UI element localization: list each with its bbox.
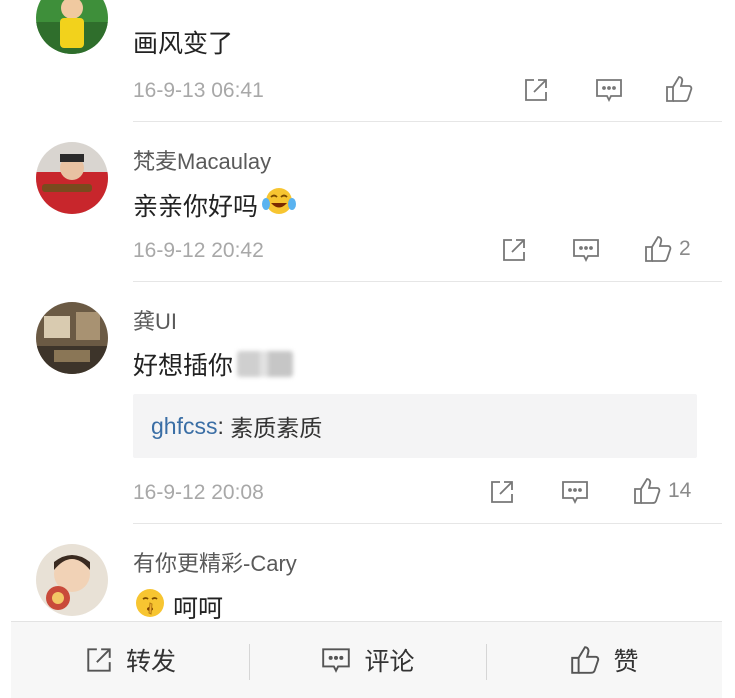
comment-tab-button[interactable]: 评论 [249, 622, 486, 698]
repost-button[interactable] [522, 76, 550, 104]
comment-item: 龚UI 好想插你 ghfcss: 素质素质 16-9-12 20:08 14 [0, 282, 735, 524]
comment-time: 16-9-12 20:42 [133, 239, 264, 262]
comment-time: 16-9-12 20:08 [133, 481, 264, 504]
repost-icon [491, 481, 513, 503]
avatar[interactable] [36, 142, 108, 214]
comment-text: 呵呵 [173, 594, 224, 623]
like-label: 赞 [613, 648, 639, 676]
repost-icon [525, 79, 547, 101]
commenter-name[interactable]: 龚UI [133, 304, 177, 336]
repost-icon [87, 648, 111, 672]
like-icon [634, 478, 661, 504]
like-tab-button[interactable]: 赞 [486, 622, 722, 698]
like-count: 14 [668, 479, 692, 502]
repost-icon [503, 239, 525, 261]
like-count: 2 [679, 237, 691, 260]
reply-text: 素质素质 [230, 415, 323, 441]
like-icon [645, 236, 672, 262]
comment-text-row: 好想插你 [133, 346, 294, 382]
like-button[interactable]: 2 [643, 234, 691, 264]
like-icon [571, 646, 600, 674]
like-button[interactable]: 14 [632, 476, 691, 506]
reply-separator: : [217, 412, 231, 439]
comment-button[interactable] [571, 236, 601, 264]
reply-preview[interactable]: ghfcss: 素质素质 [133, 394, 697, 458]
comment-text: 亲亲你好吗 [133, 192, 259, 221]
avatar[interactable] [36, 302, 108, 374]
like-button[interactable] [664, 74, 700, 104]
comment-item: 梵麦Macaulay 亲亲你好吗 16-9-12 20:42 2 [0, 122, 735, 282]
comment-item: 画风变了 16-9-13 06:41 [0, 0, 735, 122]
like-icon [666, 76, 693, 102]
comment-icon [562, 481, 588, 505]
avatar[interactable] [36, 0, 108, 54]
repost-button[interactable] [500, 236, 528, 264]
laugh-cry-emoji [262, 186, 297, 223]
bottom-action-bar: 转发 评论 赞 [11, 621, 722, 698]
repost-button[interactable] [488, 478, 516, 506]
blurred-content [237, 351, 294, 377]
comment-button[interactable] [594, 76, 624, 104]
comment-icon [596, 79, 622, 103]
comment-text-row: 亲亲你好吗 [133, 186, 297, 223]
avatar[interactable] [36, 544, 108, 616]
comment-icon [573, 239, 599, 263]
repost-tab-button[interactable]: 转发 [11, 622, 249, 698]
commenter-name[interactable]: 有你更精彩-Cary [133, 546, 297, 578]
comment-text: 画风变了 [133, 30, 234, 58]
comment-item: 有你更精彩-Cary 呵呵 [0, 524, 735, 624]
comment-time: 16-9-13 06:41 [133, 79, 264, 102]
repost-label: 转发 [125, 648, 176, 676]
reply-username[interactable]: ghfcss [151, 413, 217, 440]
comment-text: 好想插你 [133, 352, 234, 380]
comment-button[interactable] [560, 478, 590, 506]
comment-label: 评论 [364, 648, 415, 676]
comment-icon [322, 648, 351, 673]
commenter-name[interactable]: 梵麦Macaulay [133, 144, 271, 176]
